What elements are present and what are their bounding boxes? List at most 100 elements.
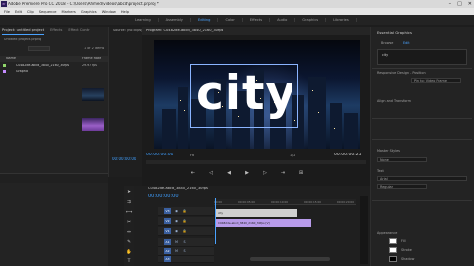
title-text[interactable]: city [196, 66, 292, 122]
track-label-a2[interactable]: A2 [164, 248, 171, 254]
ruler-tick-label: 00:00:10:00 [270, 200, 289, 204]
menu-file[interactable]: File [4, 10, 10, 14]
clip-color-label [3, 64, 6, 67]
tab-project[interactable]: Project: untitled project [2, 28, 45, 35]
ripple-edit-tool-icon[interactable]: ⟷ [126, 210, 132, 216]
column-frame-rate[interactable]: Frame Rate [82, 57, 101, 60]
lock-track-icon[interactable]: 🔒 [182, 229, 187, 234]
source-timecode[interactable]: 00:00:00:00 [112, 157, 136, 161]
layer-item[interactable]: city [382, 53, 388, 57]
selection-tool-icon[interactable]: ➤ [126, 190, 132, 196]
track-select-tool-icon[interactable]: ⇉ [126, 200, 132, 206]
workspace-audio[interactable]: Audio [270, 18, 296, 22]
pin-to-select[interactable]: Pin to: Video Frame [411, 78, 461, 83]
section-align-transform: Align and Transform [377, 99, 411, 103]
lock-track-icon[interactable]: 🔒 [182, 209, 187, 214]
close-button[interactable]: ✕ [468, 1, 472, 7]
project-panel: Project: untitled project Effects Effect… [0, 27, 108, 266]
menu-edit[interactable]: Edit [15, 10, 22, 14]
track-label-v3[interactable]: V3 [164, 208, 171, 214]
clip-rate: 29.97 fps [82, 64, 97, 67]
timeline-ruler-labels: 00:00 00:00:05:00 00:00:10:00 00:00:15:0… [214, 200, 354, 204]
track-label-v2[interactable]: V2 [164, 218, 171, 224]
timeline-playhead[interactable] [215, 198, 216, 244]
sequence-tab[interactable]: C0482de-abcd_3840_2160_30fps [148, 187, 208, 191]
window-title: Adobe Premiere Pro CC 2018 - C:\Users\Ah… [8, 2, 159, 6]
source-panel: Source: (no clips) [108, 27, 142, 177]
export-frame-icon[interactable]: ⊞ [298, 170, 304, 176]
workspace-effects[interactable]: Effects [243, 18, 271, 22]
menu-help[interactable]: Help [121, 10, 129, 14]
list-item[interactable]: C0482de-abcd_3840_2160_30fps 29.97 fps [0, 63, 108, 68]
tab-effects[interactable]: Effects [50, 28, 62, 35]
go-to-out-button[interactable]: ⇥ [280, 170, 286, 176]
list-item[interactable]: Graphic [0, 69, 108, 74]
clip-thumbnail[interactable] [82, 88, 104, 101]
tab-effect-controls[interactable]: Effect Contr [68, 28, 89, 35]
project-search-input[interactable] [28, 46, 50, 51]
track-label-v1[interactable]: V1 [164, 228, 171, 234]
fill-label: Fill [401, 239, 406, 243]
zoom-fit-select[interactable]: Fit [190, 154, 194, 157]
lock-track-icon[interactable]: 🔒 [182, 219, 187, 224]
tab-browse[interactable]: Browse [381, 41, 393, 45]
pen-tool-icon[interactable]: ✎ [126, 240, 132, 246]
font-style-select[interactable]: Regular [377, 184, 427, 189]
step-forward-icon[interactable]: ▷ [262, 170, 268, 176]
mute-track-icon[interactable]: M [174, 249, 179, 254]
solo-track-icon[interactable]: S [182, 240, 187, 245]
program-playhead-timecode[interactable]: 00:00:00:00 [146, 153, 173, 158]
toggle-output-icon[interactable]: ◉ [174, 209, 179, 214]
toggle-output-icon[interactable]: ◉ [174, 229, 179, 234]
go-to-in-button[interactable]: ⇤ [190, 170, 196, 176]
stroke-swatch[interactable] [389, 247, 397, 253]
master-style-select[interactable]: None [377, 157, 427, 162]
shadow-swatch[interactable] [389, 256, 397, 262]
section-master-styles: Master Styles [377, 149, 400, 153]
graphic-name: Graphic [16, 70, 29, 73]
workspace-learning[interactable]: Learning [128, 18, 159, 22]
workspace-editing[interactable]: Editing [191, 18, 219, 22]
font-select[interactable]: Arial [377, 176, 467, 181]
timeline-scrollbar[interactable] [250, 257, 330, 261]
clip-name: C0482de-abcd_3840_2160_30fps [16, 64, 70, 67]
project-tabs: Project: untitled project Effects Effect… [2, 28, 90, 35]
track-label-a1[interactable]: A1 [164, 239, 171, 245]
graphic-thumbnail[interactable] [82, 118, 104, 131]
rewind-icon[interactable]: ◀ [226, 170, 232, 176]
play-button[interactable]: ▶ [244, 170, 250, 176]
step-back-icon[interactable]: ◁ [208, 170, 214, 176]
fill-swatch[interactable] [389, 238, 397, 244]
timeline-clip-graphic[interactable]: city [215, 209, 297, 217]
menu-clip[interactable]: Clip [27, 10, 34, 14]
hand-tool-icon[interactable]: ✋ [126, 250, 132, 256]
tab-edit[interactable]: Edit [403, 41, 410, 45]
workspace-assembly[interactable]: Assembly [159, 18, 191, 22]
toggle-output-icon[interactable]: ◉ [174, 219, 179, 224]
workspace-graphics[interactable]: Graphics [295, 18, 327, 22]
timeline-timecode[interactable]: 00:00:00:00 [148, 194, 179, 199]
essential-graphics-header: Essential Graphics [377, 30, 412, 35]
transport-controls: ⇤ ◁ ◀ ▶ ▷ ⇥ ⊞ [190, 170, 304, 176]
menu-window[interactable]: Window [102, 10, 116, 14]
timeline-clip-video[interactable]: C0482de-abcd_3840_2160_30fps [V] [215, 219, 311, 227]
menu-graphics[interactable]: Graphics [81, 10, 97, 14]
program-time-ruler[interactable] [146, 160, 366, 164]
menu-markers[interactable]: Markers [62, 10, 76, 14]
solo-track-icon[interactable]: S [182, 249, 187, 254]
razor-tool-icon[interactable]: ✂ [126, 220, 132, 226]
column-name[interactable]: Name [6, 57, 16, 60]
slip-tool-icon[interactable]: ↔ [126, 230, 132, 236]
program-duration: 00:00:00:25 [334, 153, 362, 157]
mute-track-icon[interactable]: M [174, 240, 179, 245]
workspace-libraries[interactable]: Libraries [326, 18, 357, 22]
type-tool-icon[interactable]: T [126, 259, 132, 265]
menu-sequence[interactable]: Sequence [39, 10, 57, 14]
program-tab[interactable]: Program: C0482de-abcd_3840_2160_30fps [146, 29, 223, 33]
workspace-color[interactable]: Color [218, 18, 243, 22]
source-tab[interactable]: Source: (no clips) [113, 29, 142, 32]
playback-resolution-select[interactable]: 1/2 [290, 154, 295, 157]
minimize-button[interactable]: – [449, 1, 452, 7]
maximize-button[interactable]: □ [457, 1, 462, 7]
track-label-a3[interactable]: A3 [164, 256, 171, 262]
